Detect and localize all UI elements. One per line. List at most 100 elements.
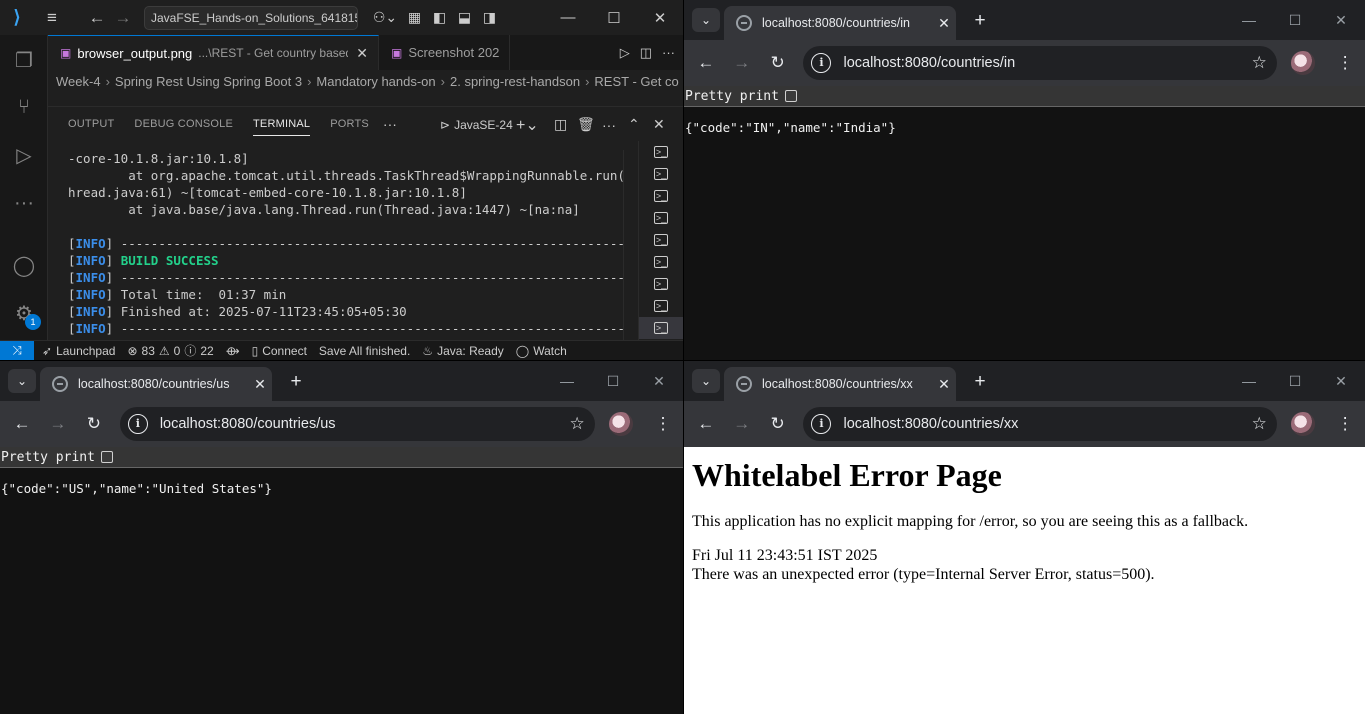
- terminal-instance[interactable]: >_: [639, 141, 683, 163]
- tab-output[interactable]: OUTPUT: [68, 107, 114, 142]
- kebab-menu-icon[interactable]: ⋮: [1325, 414, 1365, 434]
- address-bar[interactable]: i localhost:8080/countries/in ☆: [803, 46, 1278, 80]
- pretty-print-checkbox[interactable]: [784, 90, 797, 102]
- java-status-button[interactable]: ♨ Java: Ready: [422, 344, 503, 358]
- back-arrow-icon[interactable]: ←: [688, 414, 724, 434]
- terminal-scrollbar[interactable]: [623, 150, 637, 340]
- terminal-instance[interactable]: >_: [639, 273, 683, 295]
- back-arrow-icon[interactable]: ←: [4, 414, 40, 434]
- profile-avatar[interactable]: [609, 412, 634, 436]
- layout-icon[interactable]: ▦: [402, 9, 427, 26]
- kebab-menu-icon[interactable]: ⋮: [643, 414, 683, 434]
- close-panel-icon[interactable]: ✕: [653, 107, 665, 142]
- tab-close-icon[interactable]: ✕: [248, 376, 272, 393]
- toggle-panel-icon[interactable]: ⬓: [452, 9, 477, 26]
- new-tab-icon[interactable]: +: [968, 371, 992, 395]
- browser-tab[interactable]: localhost:8080/countries/us ✕: [40, 367, 272, 401]
- reload-icon[interactable]: ↻: [760, 414, 796, 434]
- settings-gear-icon[interactable]: ⚙: [0, 293, 48, 333]
- debug-icon[interactable]: ⟴: [226, 344, 240, 358]
- panel-overflow-icon[interactable]: ···: [602, 107, 616, 142]
- breadcrumb-item[interactable]: REST - Get co: [594, 74, 678, 89]
- maximize-icon[interactable]: ☐: [1272, 8, 1318, 32]
- maximize-panel-icon[interactable]: ⌃: [628, 107, 640, 142]
- terminal-profile-selector[interactable]: ⊳ JavaSE-24: [440, 107, 513, 142]
- breadcrumb-item[interactable]: 2. spring-rest-handson: [450, 74, 580, 89]
- run-debug-icon[interactable]: ▷: [0, 135, 48, 175]
- trash-icon[interactable]: 🗑: [577, 107, 595, 142]
- run-icon[interactable]: ▷: [620, 45, 630, 61]
- minimize-icon[interactable]: —: [1226, 369, 1272, 393]
- browser-tab[interactable]: localhost:8080/countries/in ✕: [724, 6, 956, 40]
- minimize-icon[interactable]: —: [1226, 8, 1272, 32]
- tab-search-chevron-icon[interactable]: ⌄: [8, 369, 36, 393]
- more-actions-icon[interactable]: ···: [662, 45, 675, 60]
- tab-close-icon[interactable]: ✕: [356, 45, 368, 62]
- explorer-icon[interactable]: ❐: [0, 40, 48, 80]
- forward-arrow-icon[interactable]: →: [110, 8, 136, 28]
- panel-more-icon[interactable]: ···: [383, 116, 397, 132]
- terminal-instance[interactable]: >_: [639, 207, 683, 229]
- forward-arrow-icon[interactable]: →: [724, 414, 760, 434]
- tab-close-icon[interactable]: ✕: [932, 15, 956, 32]
- hamburger-menu-icon[interactable]: ≡: [34, 8, 70, 28]
- toggle-sidebar-icon[interactable]: ◧: [427, 9, 452, 26]
- maximize-icon[interactable]: ☐: [1272, 369, 1318, 393]
- profile-avatar[interactable]: [1291, 51, 1316, 75]
- close-icon[interactable]: ✕: [637, 0, 683, 35]
- kebab-menu-icon[interactable]: ⋮: [1325, 53, 1365, 73]
- toggle-secondary-sidebar-icon[interactable]: ◨: [477, 9, 502, 26]
- tab-search-chevron-icon[interactable]: ⌄: [692, 369, 720, 393]
- tab-terminal[interactable]: TERMINAL: [253, 112, 311, 136]
- close-icon[interactable]: ✕: [1318, 8, 1364, 32]
- bookmark-star-icon[interactable]: ☆: [559, 414, 595, 434]
- account-icon[interactable]: ◯: [0, 245, 48, 285]
- tab-browser-output[interactable]: ▣ browser_output.png ...\REST - Get coun…: [48, 35, 379, 70]
- tab-debug-console[interactable]: DEBUG CONSOLE: [134, 107, 233, 142]
- breadcrumb-item[interactable]: Spring Rest Using Spring Boot 3: [115, 74, 302, 89]
- terminal-output[interactable]: -core-10.1.8.jar:10.1.8] at org.apache.t…: [68, 150, 623, 340]
- terminal-instance[interactable]: >_: [639, 251, 683, 273]
- minimize-icon[interactable]: —: [544, 369, 590, 393]
- breadcrumb-item[interactable]: Mandatory hands-on: [316, 74, 435, 89]
- bookmark-star-icon[interactable]: ☆: [1241, 414, 1277, 434]
- tab-ports[interactable]: PORTS: [330, 107, 369, 142]
- new-tab-icon[interactable]: +: [968, 10, 992, 34]
- forward-arrow-icon[interactable]: →: [40, 414, 76, 434]
- forward-arrow-icon[interactable]: →: [724, 53, 760, 73]
- site-info-icon[interactable]: i: [127, 414, 148, 434]
- back-arrow-icon[interactable]: ←: [688, 53, 724, 73]
- launchpad-button[interactable]: ➶ Launchpad: [42, 344, 115, 358]
- new-tab-icon[interactable]: +: [284, 371, 308, 395]
- close-icon[interactable]: ✕: [636, 369, 682, 393]
- tab-screenshot[interactable]: ▣ Screenshot 202: [379, 35, 511, 70]
- command-center-search[interactable]: JavaFSE_Hands-on_Solutions_6418159-r: [144, 5, 358, 30]
- close-icon[interactable]: ✕: [1318, 369, 1364, 393]
- minimize-icon[interactable]: —: [545, 0, 591, 35]
- terminal-instance[interactable]: >_: [639, 185, 683, 207]
- site-info-icon[interactable]: i: [811, 414, 832, 434]
- terminal-instance[interactable]: >_: [639, 229, 683, 251]
- terminal-instance[interactable]: >_: [639, 163, 683, 185]
- maximize-icon[interactable]: ☐: [590, 369, 636, 393]
- bookmark-star-icon[interactable]: ☆: [1241, 53, 1277, 73]
- source-control-icon[interactable]: ⑂: [0, 87, 48, 127]
- breadcrumb-item[interactable]: Week-4: [56, 74, 101, 89]
- address-bar[interactable]: i localhost:8080/countries/xx ☆: [803, 407, 1278, 441]
- new-terminal-icon[interactable]: +⌄: [516, 107, 539, 142]
- back-arrow-icon[interactable]: ←: [84, 8, 110, 28]
- copilot-icon[interactable]: ⚇⌄: [368, 9, 402, 26]
- terminal-instance[interactable]: >_: [639, 295, 683, 317]
- site-info-icon[interactable]: i: [811, 53, 832, 73]
- pretty-print-checkbox[interactable]: [100, 451, 113, 463]
- reload-icon[interactable]: ↻: [760, 53, 796, 73]
- address-bar[interactable]: i localhost:8080/countries/us ☆: [119, 407, 596, 441]
- terminal-instance-selected[interactable]: >_: [639, 317, 683, 339]
- profile-avatar[interactable]: [1291, 412, 1316, 436]
- browser-tab[interactable]: localhost:8080/countries/xx ✕: [724, 367, 956, 401]
- reload-icon[interactable]: ↻: [76, 414, 112, 434]
- split-editor-icon[interactable]: ◫: [640, 45, 652, 61]
- tab-search-chevron-icon[interactable]: ⌄: [692, 8, 720, 32]
- more-views-icon[interactable]: ···: [0, 183, 48, 223]
- remote-icon[interactable]: ⤨: [0, 340, 34, 360]
